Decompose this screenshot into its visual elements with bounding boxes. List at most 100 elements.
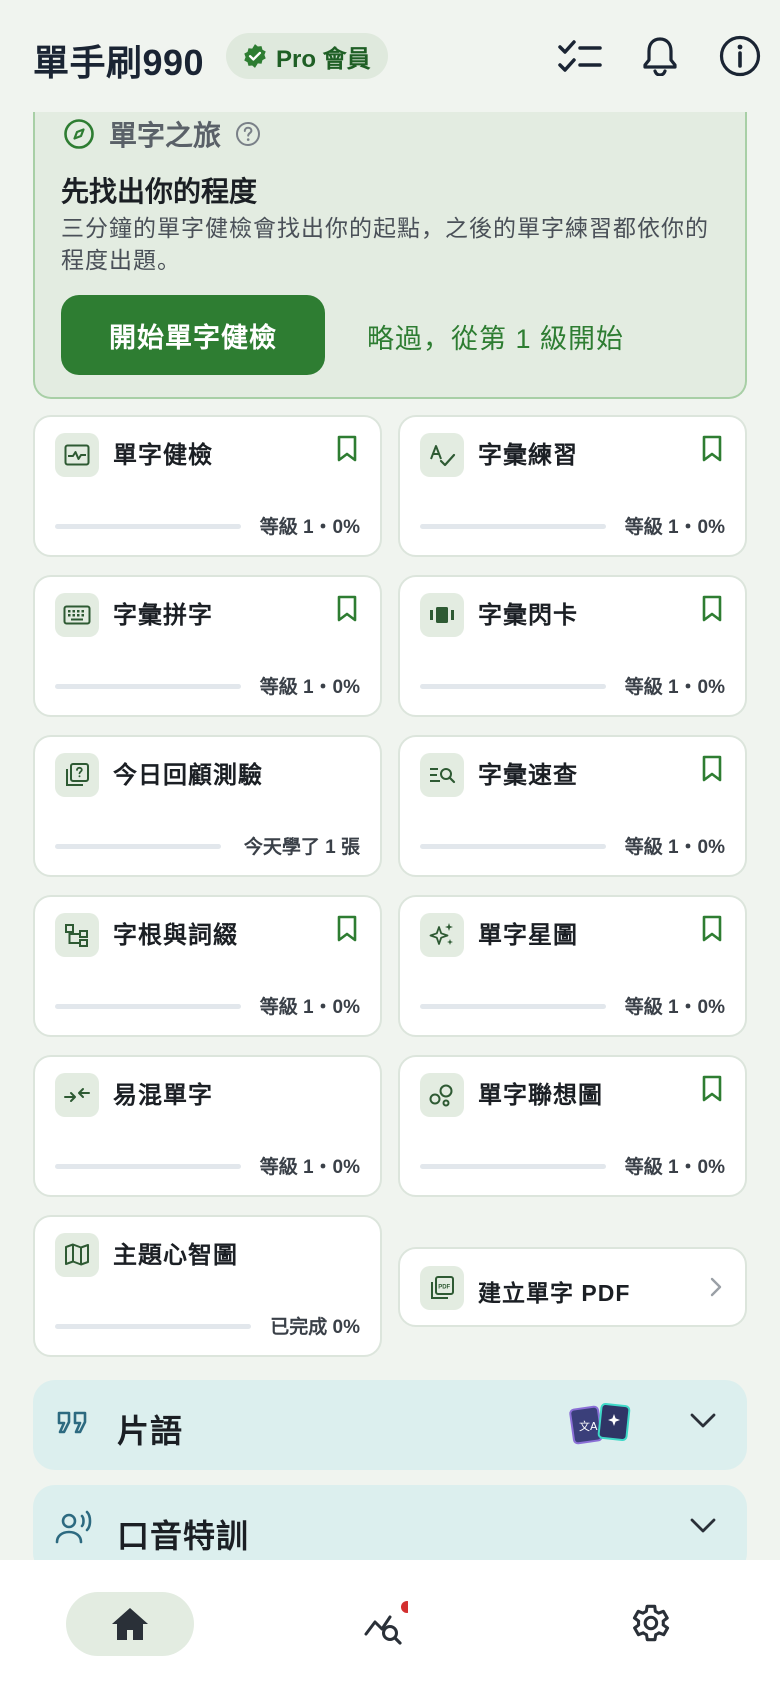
main-scroll[interactable]: 單字之旅 先找出你的程度 三分鐘的單字健檢會找出你的起點，之後的單字練習都依你的… bbox=[0, 112, 780, 1560]
journey-card: 單字之旅 先找出你的程度 三分鐘的單字健檢會找出你的起點，之後的單字練習都依你的… bbox=[33, 112, 747, 399]
settings-icon bbox=[632, 1604, 670, 1642]
card-title: 易混單字 bbox=[113, 1082, 213, 1109]
quote-icon bbox=[57, 1411, 87, 1434]
skip-to-level-1-link[interactable]: 略過，從第 1 級開始 bbox=[367, 317, 624, 356]
journey-description: 三分鐘的單字健檢會找出你的起點，之後的單字練習都依你的程度出題。 bbox=[61, 215, 709, 273]
card-status: 等級 1・0% bbox=[624, 1157, 725, 1178]
progress-bar bbox=[55, 1004, 241, 1009]
card-title: 字彙練習 bbox=[478, 442, 578, 469]
card-status: 等級 1・0% bbox=[259, 1157, 360, 1178]
card-status: 等級 1・0% bbox=[624, 997, 725, 1018]
card-word-association-map[interactable]: 單字聯想圖 等級 1・0% bbox=[398, 1055, 747, 1197]
app-header: 單手刷990 Pro 會員 bbox=[0, 0, 780, 112]
bottom-nav bbox=[0, 1560, 780, 1688]
start-vocab-check-button[interactable]: 開始單字健檢 bbox=[61, 295, 325, 375]
section-phrases[interactable]: 片語 文A bbox=[33, 1380, 747, 1470]
chevron-right-icon bbox=[710, 1277, 722, 1297]
section-label: 口音特訓 bbox=[117, 1518, 250, 1554]
app-title: 單手刷990 bbox=[33, 42, 205, 83]
card-title: 字彙拼字 bbox=[113, 602, 213, 629]
create-vocab-pdf-button[interactable]: PDF 建立單字 PDF bbox=[398, 1247, 747, 1327]
card-vocab-spelling[interactable]: 字彙拼字 等級 1・0% bbox=[33, 575, 382, 717]
card-roots-affixes[interactable]: 字根與詞綴 等級 1・0% bbox=[33, 895, 382, 1037]
progress-bar bbox=[55, 1164, 241, 1169]
card-title: 字根與詞綴 bbox=[113, 922, 238, 949]
tree-icon bbox=[55, 913, 99, 957]
quiz-icon bbox=[55, 753, 99, 797]
card-title: 今日回顧測驗 bbox=[113, 762, 263, 789]
pdf-icon: PDF bbox=[420, 1266, 464, 1310]
bookmark-icon[interactable] bbox=[336, 435, 358, 463]
section-accent-training[interactable]: 口音特訓 bbox=[33, 1485, 747, 1560]
card-title: 字彙閃卡 bbox=[478, 602, 578, 629]
card-status: 等級 1・0% bbox=[624, 517, 725, 538]
nav-home[interactable] bbox=[66, 1592, 194, 1656]
checklist-icon[interactable] bbox=[556, 32, 604, 80]
card-vocab-check[interactable]: 單字健檢 等級 1・0% bbox=[33, 415, 382, 557]
pulse-icon bbox=[55, 433, 99, 477]
sparkle-icon bbox=[420, 913, 464, 957]
bookmark-icon[interactable] bbox=[701, 435, 723, 463]
search-list-icon bbox=[420, 753, 464, 797]
help-icon[interactable] bbox=[235, 121, 261, 147]
card-title: 單字健檢 bbox=[113, 442, 213, 469]
card-title: 單字星圖 bbox=[478, 922, 578, 949]
pro-badge[interactable]: Pro 會員 bbox=[226, 33, 388, 79]
stats-search-icon bbox=[364, 1601, 413, 1645]
progress-bar bbox=[55, 844, 221, 849]
section-label: 片語 bbox=[117, 1413, 184, 1449]
card-title: 主題心智圖 bbox=[113, 1242, 238, 1269]
compare-arrows-icon bbox=[55, 1073, 99, 1117]
keyboard-icon bbox=[55, 593, 99, 637]
card-vocab-lookup[interactable]: 字彙速查 等級 1・0% bbox=[398, 735, 747, 877]
bookmark-icon[interactable] bbox=[701, 595, 723, 623]
card-topic-mindmap[interactable]: 主題心智圖 已完成 0% bbox=[33, 1215, 382, 1357]
nav-settings[interactable] bbox=[626, 1600, 672, 1651]
verified-icon bbox=[244, 44, 266, 68]
journey-header: 單字之旅 bbox=[63, 114, 261, 154]
voice-icon bbox=[55, 1510, 92, 1544]
card-title: 單字聯想圖 bbox=[478, 1082, 603, 1109]
progress-bar bbox=[420, 844, 606, 849]
progress-bar bbox=[420, 684, 606, 689]
card-confusing-words[interactable]: 易混單字 等級 1・0% bbox=[33, 1055, 382, 1197]
progress-bar bbox=[420, 1004, 606, 1009]
svg-text:PDF: PDF bbox=[438, 1285, 450, 1291]
progress-bar bbox=[420, 1164, 606, 1169]
card-status: 已完成 0% bbox=[270, 1317, 360, 1338]
nav-stats[interactable] bbox=[360, 1600, 413, 1653]
chevron-down-icon bbox=[690, 1413, 716, 1428]
chevron-down-icon bbox=[690, 1518, 716, 1533]
journey-title: 先找出你的程度 bbox=[61, 176, 258, 207]
info-icon[interactable] bbox=[716, 32, 764, 80]
svg-text:文A: 文A bbox=[579, 1419, 598, 1433]
notification-dot bbox=[401, 1601, 413, 1613]
bookmark-icon[interactable] bbox=[701, 755, 723, 783]
card-vocab-practice[interactable]: 字彙練習 等級 1・0% bbox=[398, 415, 747, 557]
map-icon bbox=[55, 1233, 99, 1277]
pro-badge-label: Pro 會員 bbox=[276, 45, 371, 73]
card-vocab-starmap[interactable]: 單字星圖 等級 1・0% bbox=[398, 895, 747, 1037]
journey-label: 單字之旅 bbox=[109, 120, 222, 151]
progress-bar bbox=[55, 524, 241, 529]
card-vocab-flashcards[interactable]: 字彙閃卡 等級 1・0% bbox=[398, 575, 747, 717]
flashcards-icon bbox=[420, 593, 464, 637]
bubbles-icon bbox=[420, 1073, 464, 1117]
card-status: 等級 1・0% bbox=[624, 837, 725, 858]
progress-bar bbox=[55, 684, 241, 689]
progress-bar bbox=[55, 1324, 251, 1329]
spellcheck-icon bbox=[420, 433, 464, 477]
bookmark-icon[interactable] bbox=[336, 595, 358, 623]
card-status: 等級 1・0% bbox=[259, 677, 360, 698]
progress-bar bbox=[420, 524, 606, 529]
bookmark-icon[interactable] bbox=[701, 1075, 723, 1103]
bookmark-icon[interactable] bbox=[701, 915, 723, 943]
bookmark-icon[interactable] bbox=[336, 915, 358, 943]
bell-icon[interactable] bbox=[636, 32, 684, 80]
translate-cards-icon: 文A bbox=[569, 1403, 631, 1445]
card-status: 等級 1・0% bbox=[259, 517, 360, 538]
card-daily-review-quiz[interactable]: 今日回顧測驗 今天學了 1 張 bbox=[33, 735, 382, 877]
home-icon bbox=[112, 1608, 148, 1640]
compass-icon bbox=[64, 119, 94, 149]
pdf-card-title: 建立單字 PDF bbox=[478, 1280, 631, 1306]
